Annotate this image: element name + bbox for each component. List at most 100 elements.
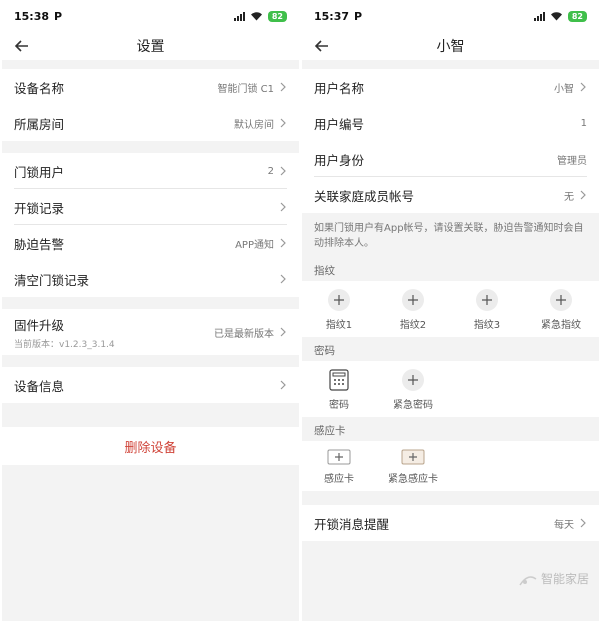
device-group: 设备名称 智能门锁 C1 所属房间 默认房间 xyxy=(2,69,299,141)
settings-screen: 15:38 P 82 设置 设备名称 智能门锁 C1 所属房间 默认房间 门锁用… xyxy=(2,0,299,621)
item-label: 指纹1 xyxy=(325,320,353,331)
linked-account-row[interactable]: 关联家庭成员帐号 无 xyxy=(302,177,599,213)
item-label: 指纹3 xyxy=(473,320,501,331)
fingerprint-item[interactable]: 指纹1 xyxy=(302,289,376,331)
row-value: APP通知 xyxy=(235,239,274,251)
device-info-row[interactable]: 设备信息 xyxy=(2,367,299,403)
unlock-records-row[interactable]: 开锁记录 xyxy=(2,189,299,225)
keypad-icon xyxy=(329,369,349,391)
device-name-row[interactable]: 设备名称 智能门锁 C1 xyxy=(2,69,299,105)
status-time: 15:37 xyxy=(314,9,350,23)
row-value: 每天 xyxy=(554,519,574,531)
watermark-text: 智能家居 xyxy=(540,572,589,586)
chevron-right-icon xyxy=(280,238,286,248)
wifi-icon xyxy=(550,12,562,21)
row-label: 所属房间 xyxy=(14,116,65,132)
chevron-right-icon xyxy=(580,518,586,528)
chevron-right-icon xyxy=(280,202,286,212)
reminder-group: 开锁消息提醒 每天 xyxy=(302,505,599,541)
chevron-right-icon xyxy=(280,82,286,92)
firmware-upgrade-row[interactable]: 固件升级 当前版本：v1.2.3_3.1.4 已是最新版本 xyxy=(2,309,299,355)
lock-group: 门锁用户 2 开锁记录 胁迫告警 APP通知 清空门锁记录 xyxy=(2,153,299,297)
row-label: 设备名称 xyxy=(14,80,65,96)
duress-alarm-row[interactable]: 胁迫告警 APP通知 xyxy=(2,225,299,261)
battery-icon: 82 xyxy=(567,10,587,22)
item-label: 密码 xyxy=(329,400,349,411)
user-info-group: 用户名称 小智 用户编号 1 用户身份 管理员 关联家庭成员帐号 无 xyxy=(302,69,599,213)
info-group: 设备信息 xyxy=(2,367,299,403)
chevron-right-icon xyxy=(280,166,286,176)
delete-device-button[interactable]: 删除设备 xyxy=(2,427,299,465)
page-title: 设置 xyxy=(136,39,165,55)
plus-icon xyxy=(476,289,498,311)
item-label: 紧急密码 xyxy=(393,400,433,411)
card-add-icon xyxy=(401,449,425,465)
card-list: 感应卡 紧急感应卡 xyxy=(302,441,599,491)
status-bar: 15:38 P 82 xyxy=(2,0,299,32)
row-value: 2 xyxy=(267,165,274,177)
chevron-right-icon xyxy=(580,82,586,92)
row-label: 胁迫告警 xyxy=(14,236,65,252)
fingerprint-header: 指纹 xyxy=(302,257,599,281)
row-label: 固件升级 xyxy=(14,317,65,333)
card-add-icon xyxy=(327,449,351,465)
row-value: 无 xyxy=(564,191,574,203)
room-row[interactable]: 所属房间 默认房间 xyxy=(2,105,299,141)
clear-records-row[interactable]: 清空门锁记录 xyxy=(2,261,299,297)
password-item[interactable]: 密码 xyxy=(302,369,376,411)
row-value: 智能门锁 C1 xyxy=(217,83,274,95)
password-item[interactable]: 紧急密码 xyxy=(376,369,450,411)
battery-icon: 82 xyxy=(267,10,287,22)
chevron-right-icon xyxy=(280,327,286,337)
chevron-right-icon xyxy=(280,118,286,128)
item-label: 感应卡 xyxy=(324,474,354,485)
p-indicator: P xyxy=(54,9,63,23)
row-value: 已是最新版本 xyxy=(214,328,274,340)
user-id-row: 用户编号 1 xyxy=(302,105,599,141)
page-title: 小智 xyxy=(436,39,465,55)
password-header: 密码 xyxy=(302,337,599,361)
password-list: 密码 紧急密码 xyxy=(302,361,599,417)
row-value: 1 xyxy=(580,117,587,129)
card-item[interactable]: 感应卡 xyxy=(302,449,376,485)
plus-icon xyxy=(328,289,350,311)
row-value: 小智 xyxy=(554,83,574,95)
back-arrow-icon[interactable] xyxy=(312,36,332,56)
row-label: 用户编号 xyxy=(314,116,365,132)
item-label: 指纹2 xyxy=(399,320,427,331)
watermark: 智能家居 xyxy=(519,570,589,587)
back-arrow-icon[interactable] xyxy=(12,36,32,56)
firmware-version: 当前版本：v1.2.3_3.1.4 xyxy=(14,339,115,350)
fingerprint-item[interactable]: 紧急指纹 xyxy=(524,289,598,331)
row-label: 设备信息 xyxy=(14,378,65,394)
lock-users-row[interactable]: 门锁用户 2 xyxy=(2,153,299,189)
fingerprint-item[interactable]: 指纹2 xyxy=(376,289,450,331)
signal-icon xyxy=(533,11,545,21)
plus-icon xyxy=(402,369,424,391)
unlock-reminder-row[interactable]: 开锁消息提醒 每天 xyxy=(302,505,599,541)
status-time: 15:38 xyxy=(14,9,50,23)
user-detail-screen: 15:37 P 82 小智 用户名称 小智 用户编号 1 用户身份 管理员 关联… xyxy=(302,0,599,621)
row-label: 门锁用户 xyxy=(14,164,65,180)
link-hint-text: 如果门锁用户有App帐号，请设置关联，胁迫告警通知时会自动排除本人。 xyxy=(302,213,599,257)
firmware-group: 固件升级 当前版本：v1.2.3_3.1.4 已是最新版本 xyxy=(2,309,299,355)
chevron-right-icon xyxy=(280,274,286,284)
chevron-right-icon xyxy=(280,380,286,390)
user-name-row[interactable]: 用户名称 小智 xyxy=(302,69,599,105)
row-label: 开锁记录 xyxy=(14,200,65,216)
nav-bar: 设置 xyxy=(2,32,299,60)
nav-bar: 小智 xyxy=(302,32,599,60)
card-item[interactable]: 紧急感应卡 xyxy=(376,449,450,485)
watermark-logo-icon xyxy=(519,575,537,585)
row-label: 关联家庭成员帐号 xyxy=(314,188,415,204)
row-value: 管理员 xyxy=(557,155,587,167)
item-label: 紧急指纹 xyxy=(541,320,581,331)
row-label: 用户身份 xyxy=(314,152,365,168)
row-label: 开锁消息提醒 xyxy=(314,516,390,532)
row-value: 默认房间 xyxy=(234,119,274,131)
chevron-right-icon xyxy=(580,190,586,200)
plus-icon xyxy=(402,289,424,311)
wifi-icon xyxy=(250,12,262,21)
card-header: 感应卡 xyxy=(302,417,599,441)
fingerprint-item[interactable]: 指纹3 xyxy=(450,289,524,331)
